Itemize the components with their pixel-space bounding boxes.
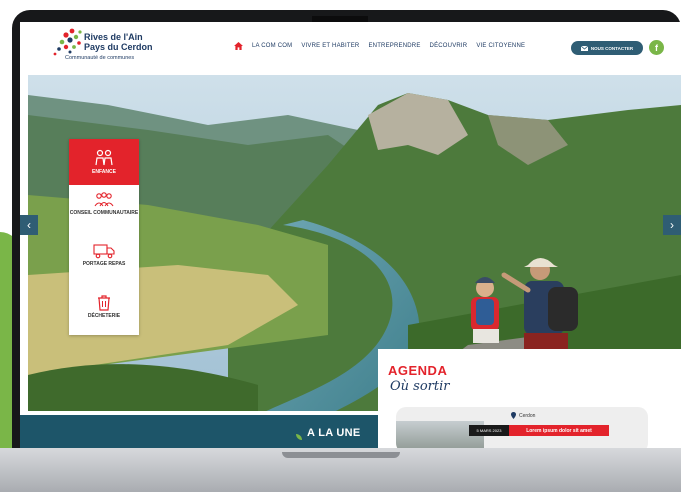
facebook-icon[interactable]: f xyxy=(649,40,664,55)
home-icon[interactable] xyxy=(234,42,243,50)
site-header: Rives de l'Ain Pays du Cerdon Communauté… xyxy=(20,22,681,75)
council-icon xyxy=(94,192,114,207)
website-screen: Rives de l'Ain Pays du Cerdon Communauté… xyxy=(20,22,681,448)
a-la-une-title: A LA UNE xyxy=(307,427,361,439)
contact-button[interactable]: NOUS CONTACTER xyxy=(571,41,643,55)
quick-access-enfance[interactable]: ENFANCE xyxy=(69,139,139,185)
nav-item-vie-citoyenne[interactable]: VIE CITOYENNE xyxy=(476,43,525,49)
agenda-event-title[interactable]: Lorem ipsum dolor sit amet xyxy=(509,425,609,436)
contact-button-label: NOUS CONTACTER xyxy=(590,45,634,51)
hero-next-button[interactable]: › xyxy=(663,215,681,235)
quick-access-conseil-communautaire[interactable]: CONSEIL COMMUNAUTAIRE xyxy=(69,192,139,232)
quick-access-conseil-label: CONSEIL COMMUNAUTAIRE xyxy=(69,210,139,216)
location-pin-icon xyxy=(511,412,516,419)
agenda-event-location: Cerdon xyxy=(511,412,535,419)
agenda-subtitle: Où sortir xyxy=(390,379,450,394)
quick-access-decheterie[interactable]: DÉCHETERIE xyxy=(69,294,139,330)
main-nav: LA COM COM VIVRE ET HABITER ENTREPRENDRE… xyxy=(234,42,525,50)
agenda-section: AGENDA Où sortir Cerdon 5 MARS 2023 Lore… xyxy=(378,349,681,448)
brand-subtitle: Communauté de communes xyxy=(65,55,135,61)
agenda-event-date: 5 MARS 2023 xyxy=(469,425,509,436)
quick-access-enfance-label: ENFANCE xyxy=(92,169,116,175)
nav-item-entreprendre[interactable]: ENTREPRENDRE xyxy=(368,43,420,49)
trash-bin-icon xyxy=(98,295,110,311)
laptop-notch xyxy=(282,452,400,458)
hero-prev-button[interactable]: ‹ xyxy=(20,215,38,235)
quick-access-decheterie-label: DÉCHETERIE xyxy=(87,313,121,319)
brand-name-line1: Rives de l'Ain xyxy=(84,32,143,42)
quick-access-portage-label: PORTAGE REPAS xyxy=(82,261,126,267)
nav-item-decouvrir[interactable]: DÉCOUVRIR xyxy=(430,43,468,49)
quick-access-portage-repas[interactable]: PORTAGE REPAS xyxy=(69,243,139,283)
nav-item-la-com-com[interactable]: LA COM COM xyxy=(252,43,292,49)
brand-name-line2: Pays du Cerdon xyxy=(84,42,153,52)
mail-icon xyxy=(580,45,588,51)
delivery-truck-icon xyxy=(93,244,115,259)
agenda-title: AGENDA xyxy=(388,363,448,378)
children-icon xyxy=(95,149,113,166)
nav-item-vivre-et-habiter[interactable]: VIVRE ET HABITER xyxy=(301,43,359,49)
agenda-event-location-text: Cerdon xyxy=(519,412,536,419)
agenda-event-card[interactable]: Cerdon 5 MARS 2023 Lorem ipsum dolor sit… xyxy=(396,407,648,448)
quick-access-panel: ENFANCE CONSEIL COMMUNAUTAIRE PORTAGE RE… xyxy=(69,139,139,335)
